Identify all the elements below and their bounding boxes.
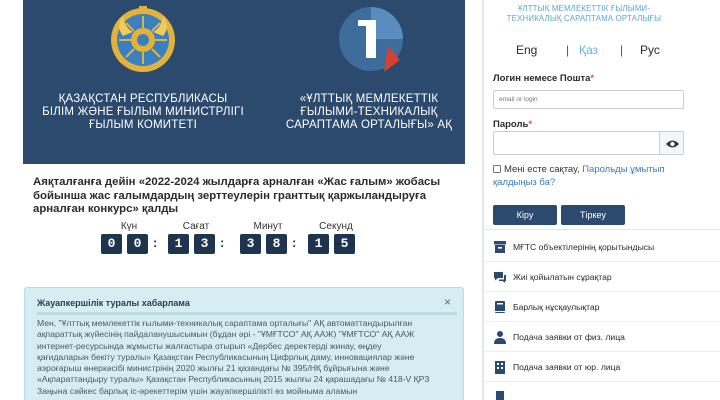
lang-separator: | [620, 43, 624, 57]
countdown-digit: 3 [194, 234, 215, 254]
countdown-digit: 1 [308, 234, 329, 254]
menu-item-manuals[interactable]: Барлық нұсқаулықтар [484, 293, 720, 322]
menu-item-faq[interactable]: Жиі қойылатын сұрақтар [484, 263, 720, 292]
close-icon[interactable]: × [444, 295, 451, 309]
chat-icon [494, 272, 506, 283]
login-input[interactable] [493, 90, 684, 109]
countdown-digit: 3 [240, 234, 261, 254]
password-label: Пароль* [493, 119, 533, 130]
countdown-digit: 8 [266, 234, 287, 254]
menu-item-legal-application[interactable]: Подача заявки от юр. лица [484, 353, 720, 382]
ncste-logo-icon [339, 7, 403, 72]
countdown-labels: Күн Сағат Минут Секунд [97, 221, 367, 233]
document-icon [496, 391, 504, 400]
lang-en[interactable]: Eng [516, 43, 537, 57]
book-icon [495, 301, 505, 313]
show-password-button[interactable] [659, 131, 684, 155]
header-banner: ҚАЗАҚСТАН РЕСПУБЛИКАСЫ БІЛІМ ЖӘНЕ ҒЫЛЫМ … [23, 0, 465, 164]
countdown-separator: : [220, 235, 225, 250]
menu-item-individual-application[interactable]: Подача заявки от физ. лица [484, 323, 720, 352]
contest-headline: Аяқталғанға дейін «2022-2024 жылдарға ар… [33, 176, 441, 215]
countdown-digit: 5 [334, 234, 355, 254]
notice-body: Мен, "Ұлттық мемлекеттік ғылыми-техникал… [37, 318, 430, 396]
login-label: Логин немесе Пошта* [493, 73, 595, 84]
remember-me: Мені есте сақтау, Парольды ұмытып қалдың… [493, 164, 665, 188]
eye-icon [666, 140, 679, 148]
countdown-digit: 1 [168, 234, 189, 254]
countdown-separator: : [153, 235, 158, 250]
user-icon [494, 331, 506, 344]
menu-item-conclusions[interactable]: МҒТС объектілерінің қорытындысы [484, 233, 720, 262]
countdown-label-days: Күн [120, 221, 138, 232]
countdown-label-minutes: Минут [253, 221, 283, 232]
lang-kz[interactable]: Қаз [579, 43, 598, 57]
countdown-digit: 0 [101, 234, 122, 254]
archive-icon [494, 241, 506, 253]
countdown-label-hours: Сағат [182, 221, 210, 232]
menu-item-more[interactable] [484, 383, 720, 400]
password-input[interactable] [493, 131, 659, 155]
center-name: «ҰЛТТЫҚ МЕМЛЕКЕТТІК ҒЫЛЫМИ-ТЕХНИКАЛЫҚ СА… [285, 93, 453, 131]
notice-divider [37, 312, 457, 315]
login-button[interactable]: Кіру [493, 205, 557, 225]
lang-ru[interactable]: Рус [640, 43, 660, 57]
lang-separator: | [566, 43, 570, 57]
building-icon [495, 361, 505, 374]
main-content: ҚАЗАҚСТАН РЕСПУБЛИКАСЫ БІЛІМ ЖӘНЕ ҒЫЛЫМ … [0, 0, 482, 400]
sidebar-divider [484, 229, 720, 230]
countdown-separator: : [292, 235, 297, 250]
disclaimer-notice: Жауапкершілік туралы хабарлама × Мен, "Ұ… [24, 287, 464, 400]
notice-title: Жауапкершілік туралы хабарлама [37, 298, 190, 308]
kazakhstan-emblem-icon [111, 6, 175, 72]
sidebar-org-title: ҰЛТТЫҚ МЕМЛЕКЕТТІК ҒЫЛЫМИ- ТЕХНИКАЛЫҚ СА… [506, 4, 662, 23]
countdown-digit: 0 [127, 234, 148, 254]
login-sidebar: ҰЛТТЫҚ МЕМЛЕКЕТТІК ҒЫЛЫМИ- ТЕХНИКАЛЫҚ СА… [484, 0, 720, 400]
register-button[interactable]: Тіркеу [561, 205, 625, 225]
committee-name: ҚАЗАҚСТАН РЕСПУБЛИКАСЫ БІЛІМ ЖӘНЕ ҒЫЛЫМ … [42, 93, 244, 131]
countdown-label-seconds: Секунд [319, 221, 353, 232]
remember-checkbox[interactable] [493, 165, 501, 173]
